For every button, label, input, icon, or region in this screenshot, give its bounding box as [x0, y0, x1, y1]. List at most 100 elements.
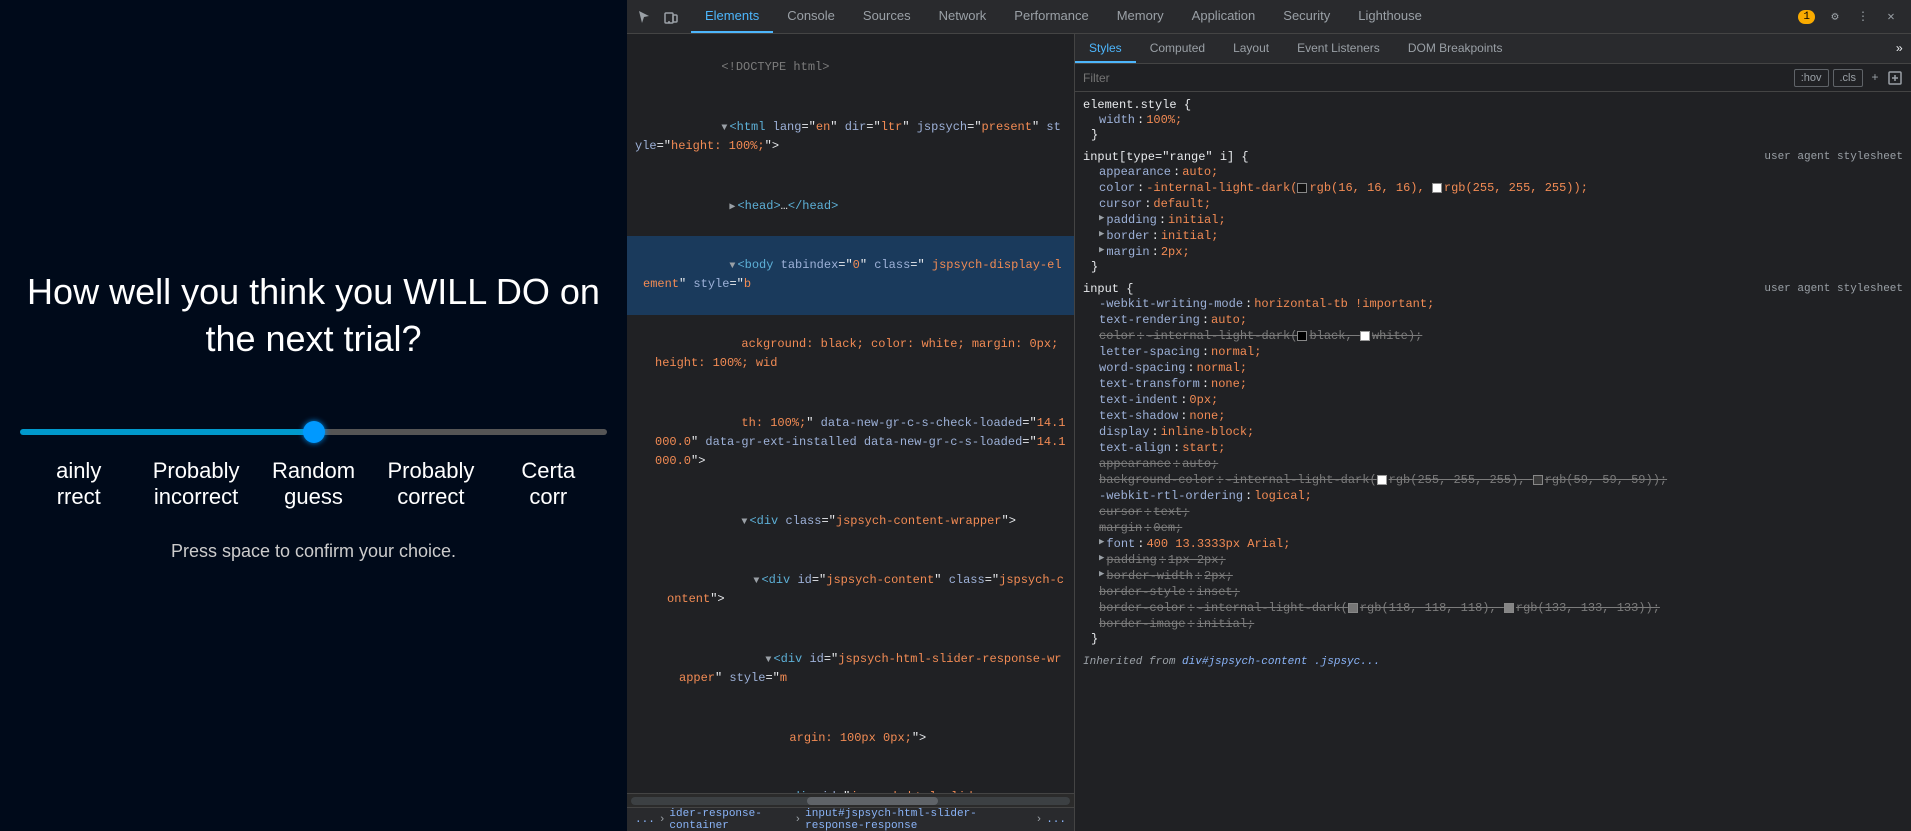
filter-input-wrap — [1083, 71, 1786, 85]
rule-selector: element.style { — [1083, 98, 1191, 112]
tab-computed[interactable]: Computed — [1136, 34, 1219, 63]
rule-selector: input { — [1083, 282, 1133, 296]
filter-buttons: :hov .cls + — [1794, 69, 1903, 87]
webpage-question: How well you think you WILL DO on the ne… — [24, 269, 604, 363]
style-prop: -webkit-rtl-ordering : logical; — [1083, 488, 1903, 504]
style-prop: ▶ border : initial; — [1083, 228, 1903, 244]
cursor-icon[interactable] — [635, 7, 655, 27]
styles-panel: Styles Computed Layout Event Listeners D… — [1075, 34, 1911, 831]
style-prop: ▶ margin : 2px; — [1083, 244, 1903, 260]
devtools-icons — [635, 7, 681, 27]
settings-icon[interactable]: ⚙ — [1823, 5, 1847, 29]
styles-tab-more[interactable]: » — [1888, 34, 1911, 63]
devtools-tabs: Elements Console Sources Network Perform… — [691, 0, 1798, 33]
closing-brace: } — [1083, 260, 1903, 274]
closing-brace: } — [1083, 128, 1903, 142]
styles-content[interactable]: element.style { width : 100%; } input[ty… — [1075, 92, 1911, 831]
closing-brace: } — [1083, 632, 1903, 646]
press-space-text: Press space to confirm your choice. — [171, 541, 456, 562]
breadcrumb-container[interactable]: ider-response-container — [669, 808, 790, 831]
style-prop: color : -internal-light-dark(black, whit… — [1083, 328, 1903, 344]
slider-container: ainly rrect Probably incorrect Random gu… — [0, 423, 627, 511]
tab-performance[interactable]: Performance — [1000, 0, 1102, 33]
tab-application[interactable]: Application — [1178, 0, 1270, 33]
breadcrumb-input[interactable]: input#jspsych-html-slider-response-respo… — [805, 808, 1031, 831]
more-icon[interactable]: ⋮ — [1851, 5, 1875, 29]
dom-h-scrollbar[interactable] — [627, 793, 1074, 807]
dom-line[interactable]: ▼<div id="jspsych-content" class="jspsyc… — [627, 551, 1074, 630]
dom-line[interactable]: argin: 100px 0px;"> — [627, 708, 1074, 768]
color-swatch — [1360, 331, 1370, 341]
dom-line-body[interactable]: ▼<body tabindex="0" class=" jspsych-disp… — [627, 236, 1074, 315]
style-prop: background-color : -internal-light-dark(… — [1083, 472, 1903, 488]
tab-memory[interactable]: Memory — [1103, 0, 1178, 33]
style-prop: word-spacing : normal; — [1083, 360, 1903, 376]
new-style-icon[interactable] — [1887, 70, 1903, 86]
color-swatch — [1377, 475, 1387, 485]
tab-event-listeners[interactable]: Event Listeners — [1283, 34, 1394, 63]
add-style-icon[interactable]: + — [1867, 70, 1883, 86]
devtools-topbar: Elements Console Sources Network Perform… — [627, 0, 1911, 34]
devtools-extra-icons: 1 ⚙ ⋮ ✕ — [1798, 5, 1903, 29]
color-swatch — [1432, 183, 1442, 193]
cls-button[interactable]: .cls — [1833, 69, 1864, 87]
dom-line[interactable]: <!DOCTYPE html> — [627, 38, 1074, 98]
tab-console[interactable]: Console — [773, 0, 849, 33]
style-rule-input: input { user agent stylesheet -webkit-wr… — [1075, 280, 1911, 648]
dom-content[interactable]: <!DOCTYPE html> ▼<html lang="en" dir="lt… — [627, 34, 1074, 793]
tab-layout[interactable]: Layout — [1219, 34, 1283, 63]
dom-line[interactable]: ▼<html lang="en" dir="ltr" jspsych="pres… — [627, 98, 1074, 177]
slider-labels: ainly rrect Probably incorrect Random gu… — [20, 458, 607, 511]
tab-network[interactable]: Network — [925, 0, 1001, 33]
dom-line[interactable]: ▼<div class="jspsych-content-wrapper"> — [627, 491, 1074, 551]
rule-source: user agent stylesheet — [1764, 151, 1903, 163]
style-prop: border-style : inset; — [1083, 584, 1903, 600]
dom-line-body-cont2[interactable]: th: 100%;" data-new-gr-c-s-check-loaded=… — [627, 393, 1074, 491]
dom-line[interactable]: ▶<div id="jspsych-html-slider-response-s… — [627, 768, 1074, 793]
style-prop: display : inline-block; — [1083, 424, 1903, 440]
devtools-body: <!DOCTYPE html> ▼<html lang="en" dir="lt… — [627, 34, 1911, 831]
tab-security[interactable]: Security — [1269, 0, 1344, 33]
close-icon[interactable]: ✕ — [1879, 5, 1903, 29]
tab-dom-breakpoints[interactable]: DOM Breakpoints — [1394, 34, 1517, 63]
style-prop: cursor : default; — [1083, 196, 1903, 212]
breadcrumb-ellipsis[interactable]: ... — [635, 814, 655, 826]
style-prop: text-transform : none; — [1083, 376, 1903, 392]
rule-source: user agent stylesheet — [1764, 283, 1903, 295]
breadcrumb-end[interactable]: ... — [1046, 814, 1066, 826]
style-prop: ▶ border-width : 2px; — [1083, 568, 1903, 584]
webpage-panel: How well you think you WILL DO on the ne… — [0, 0, 627, 831]
style-prop: border-color : -internal-light-dark(rgb(… — [1083, 600, 1903, 616]
dom-line[interactable]: ▶<head>…</head> — [627, 176, 1074, 236]
tab-elements[interactable]: Elements — [691, 0, 773, 33]
dom-line-body-cont[interactable]: ackground: black; color: white; margin: … — [627, 315, 1074, 394]
warning-badge: 1 — [1798, 10, 1815, 24]
tab-sources[interactable]: Sources — [849, 0, 925, 33]
style-prop: color : -internal-light-dark(rgb(16, 16,… — [1083, 180, 1903, 196]
hov-button[interactable]: :hov — [1794, 69, 1829, 87]
color-swatch — [1297, 183, 1307, 193]
style-prop: letter-spacing : normal; — [1083, 344, 1903, 360]
style-prop: -webkit-writing-mode : horizontal-tb !im… — [1083, 296, 1903, 312]
slider-label-3: Probably correct — [372, 458, 489, 511]
styles-tabs: Styles Computed Layout Event Listeners D… — [1075, 34, 1911, 64]
device-icon[interactable] — [661, 7, 681, 27]
style-prop: appearance : auto; — [1083, 456, 1903, 472]
dom-line[interactable]: ▼<div id="jspsych-html-slider-response-w… — [627, 630, 1074, 709]
style-prop: margin : 0em; — [1083, 520, 1903, 536]
dom-scrollbar-thumb[interactable] — [807, 797, 939, 805]
color-swatch — [1504, 603, 1514, 613]
slider-label-2: Random guess — [255, 458, 372, 511]
style-prop: text-align : start; — [1083, 440, 1903, 456]
style-prop: text-shadow : none; — [1083, 408, 1903, 424]
confidence-slider[interactable] — [20, 429, 607, 435]
style-rule-range: input[type="range" i] { user agent style… — [1075, 148, 1911, 276]
tab-lighthouse[interactable]: Lighthouse — [1344, 0, 1436, 33]
styles-filter-input[interactable] — [1083, 71, 1786, 85]
color-swatch — [1533, 475, 1543, 485]
devtools-panel: Elements Console Sources Network Perform… — [627, 0, 1911, 831]
tab-styles[interactable]: Styles — [1075, 34, 1136, 63]
style-prop: border-image : initial; — [1083, 616, 1903, 632]
dom-breadcrumb: ... › ider-response-container › input#js… — [627, 807, 1074, 831]
dom-scrollbar-track[interactable] — [631, 797, 1070, 805]
